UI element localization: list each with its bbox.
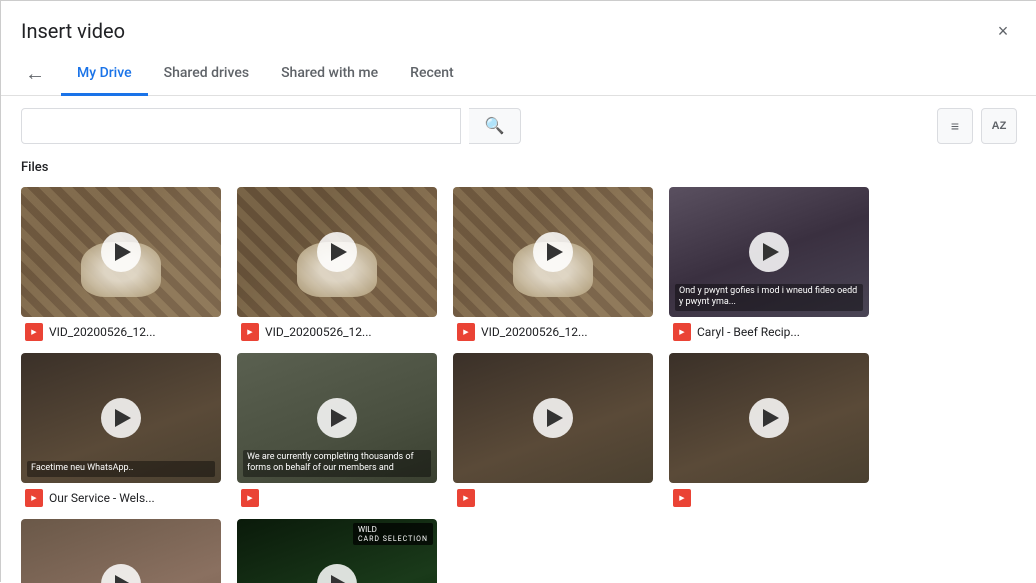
- file-thumbnail: [237, 187, 437, 317]
- sort-az-icon: AZ: [992, 120, 1007, 132]
- file-thumbnail: [453, 187, 653, 317]
- file-info: VID_20200526_12...: [21, 317, 221, 345]
- list-item[interactable]: Ond y pwynt gofies i mod i wneud fideo o…: [669, 187, 869, 345]
- search-input[interactable]: [21, 108, 461, 144]
- tab-bar: ← My Drive Shared drives Shared with me …: [1, 53, 1036, 96]
- close-button[interactable]: ×: [989, 17, 1017, 45]
- list-view-button[interactable]: ≡: [937, 108, 973, 144]
- video-file-icon: [25, 323, 43, 341]
- tab-shared-with-me[interactable]: Shared with me: [265, 53, 394, 96]
- thumb-overlay-text: Facetime neu WhatsApp..: [27, 461, 215, 477]
- file-thumbnail: [21, 519, 221, 583]
- list-item[interactable]: Facetime neu WhatsApp.. Our Service - We…: [21, 353, 221, 511]
- list-item[interactable]: VID_20200526_12...: [237, 187, 437, 345]
- list-icon: ≡: [951, 118, 959, 134]
- list-item[interactable]: WILDCARD SELECTION: [237, 519, 437, 583]
- file-thumbnail: [453, 353, 653, 483]
- video-file-icon: [457, 323, 475, 341]
- thumb-overlay-text: Ond y pwynt gofies i mod i wneud fideo o…: [675, 284, 863, 311]
- file-info: [669, 483, 869, 511]
- list-item[interactable]: VID_20200526_12...: [453, 187, 653, 345]
- list-item[interactable]: We are currently completing thousands of…: [237, 353, 437, 511]
- play-icon: [101, 564, 141, 583]
- play-icon: [317, 564, 357, 583]
- tab-shared-drives[interactable]: Shared drives: [148, 53, 265, 96]
- file-info: [237, 483, 437, 511]
- dialog-header: Insert video ×: [1, 1, 1036, 53]
- file-name: VID_20200526_12...: [49, 325, 217, 339]
- play-icon: [749, 232, 789, 272]
- video-file-icon: [25, 489, 43, 507]
- play-icon: [317, 232, 357, 272]
- video-file-icon: [241, 323, 259, 341]
- file-thumbnail: [669, 353, 869, 483]
- list-item[interactable]: [21, 519, 221, 583]
- video-file-icon: [673, 323, 691, 341]
- files-grid: VID_20200526_12... VID_20200526_12...: [1, 183, 1036, 583]
- play-icon: [533, 398, 573, 438]
- files-section-label: Files: [1, 156, 1036, 183]
- file-thumbnail: Ond y pwynt gofies i mod i wneud fideo o…: [669, 187, 869, 317]
- play-icon: [317, 398, 357, 438]
- dialog-title: Insert video: [21, 19, 125, 43]
- video-file-icon: [673, 489, 691, 507]
- file-info: VID_20200526_12...: [237, 317, 437, 345]
- file-name: Caryl - Beef Recip...: [697, 325, 865, 339]
- search-button[interactable]: 🔍: [469, 108, 521, 144]
- play-icon: [749, 398, 789, 438]
- play-icon: [101, 232, 141, 272]
- list-item[interactable]: [669, 353, 869, 511]
- file-info: Caryl - Beef Recip...: [669, 317, 869, 345]
- back-button[interactable]: ←: [21, 59, 49, 90]
- insert-video-dialog: Insert video × ← My Drive Shared drives …: [1, 1, 1036, 583]
- file-thumbnail: Facetime neu WhatsApp..: [21, 353, 221, 483]
- list-item[interactable]: [453, 353, 653, 511]
- file-info: VID_20200526_12...: [453, 317, 653, 345]
- file-info: Our Service - Wels...: [21, 483, 221, 511]
- thumb-overlay-text: We are currently completing thousands of…: [243, 450, 431, 477]
- file-thumbnail: We are currently completing thousands of…: [237, 353, 437, 483]
- file-name: Our Service - Wels...: [49, 491, 217, 505]
- tab-recent[interactable]: Recent: [394, 53, 470, 96]
- file-thumbnail: WILDCARD SELECTION: [237, 519, 437, 583]
- file-thumbnail: [21, 187, 221, 317]
- video-file-icon: [241, 489, 259, 507]
- file-info: [453, 483, 653, 511]
- search-icon: 🔍: [485, 116, 505, 136]
- tab-my-drive[interactable]: My Drive: [61, 53, 148, 96]
- play-icon: [101, 398, 141, 438]
- video-file-icon: [457, 489, 475, 507]
- list-item[interactable]: VID_20200526_12...: [21, 187, 221, 345]
- sort-button[interactable]: AZ: [981, 108, 1017, 144]
- thumb-overlay-top-text: WILDCARD SELECTION: [353, 523, 433, 545]
- search-toolbar: 🔍 ≡ AZ: [1, 96, 1036, 156]
- file-name: VID_20200526_12...: [265, 325, 433, 339]
- play-icon: [533, 232, 573, 272]
- file-name: VID_20200526_12...: [481, 325, 649, 339]
